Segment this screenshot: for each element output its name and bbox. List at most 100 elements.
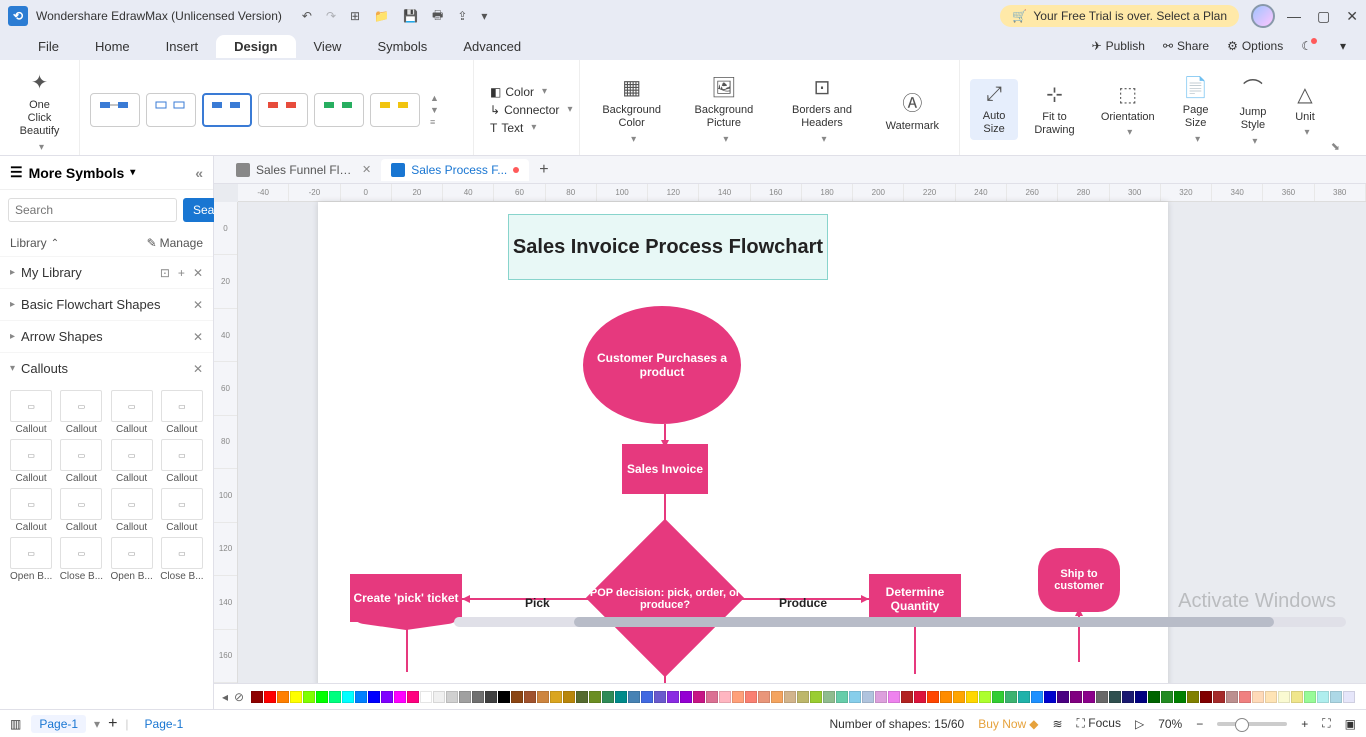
flowchart-title[interactable]: Sales Invoice Process Flowchart (508, 214, 828, 280)
library-up-icon[interactable]: ⌃ (51, 238, 59, 249)
tab-advanced[interactable]: Advanced (445, 35, 539, 58)
theme-5[interactable] (314, 93, 364, 127)
produce-label[interactable]: Produce (779, 596, 827, 610)
color-swatch[interactable] (1291, 691, 1303, 703)
color-swatch[interactable] (589, 691, 601, 703)
open-icon[interactable]: 📁 (374, 9, 389, 23)
color-swatch[interactable] (576, 691, 588, 703)
tab-home[interactable]: Home (77, 35, 148, 58)
user-avatar[interactable] (1251, 4, 1275, 28)
color-swatch[interactable] (355, 691, 367, 703)
color-swatch[interactable] (498, 691, 510, 703)
color-swatch[interactable] (264, 691, 276, 703)
shape-2[interactable]: ▭Callout (109, 390, 155, 435)
close-tab-icon[interactable]: ✕ (362, 163, 371, 176)
color-swatch[interactable] (732, 691, 744, 703)
color-swatch[interactable] (823, 691, 835, 703)
library-label[interactable]: Library (10, 236, 47, 250)
shape-5[interactable]: ▭Callout (58, 439, 104, 484)
lib-section-0[interactable]: ▸My Library⊡+✕ (0, 256, 213, 288)
color-swatch[interactable] (615, 691, 627, 703)
shape-11[interactable]: ▭Callout (159, 488, 205, 533)
color-swatch[interactable] (901, 691, 913, 703)
cb-arrow-icon[interactable]: ◂ (222, 690, 228, 704)
print-icon[interactable]: 🖶 (432, 6, 443, 27)
theme-down-icon[interactable]: ▼ (430, 105, 439, 115)
layers-icon[interactable]: ≋ (1052, 717, 1062, 731)
color-swatch[interactable] (485, 691, 497, 703)
color-swatch[interactable] (1096, 691, 1108, 703)
color-swatch[interactable] (1161, 691, 1173, 703)
zoom-slider[interactable] (1217, 722, 1287, 726)
page-canvas[interactable]: Sales Invoice Process Flowchart Customer… (318, 202, 1168, 683)
panel-toggle-icon[interactable]: ▥ (10, 717, 21, 731)
add-page-button[interactable]: + (108, 715, 117, 733)
color-swatch[interactable] (1278, 691, 1290, 703)
export-icon[interactable]: ⇪ (457, 9, 467, 23)
play-icon[interactable]: ▷ (1135, 717, 1144, 731)
color-swatch[interactable] (251, 691, 263, 703)
color-swatch[interactable] (329, 691, 341, 703)
tab-view[interactable]: View (296, 35, 360, 58)
zoom-in-button[interactable]: + (1301, 717, 1308, 731)
theme-2[interactable] (146, 93, 196, 127)
canvas-area[interactable]: -40-200204060801001201401601802002202402… (214, 184, 1366, 683)
color-swatch[interactable] (563, 691, 575, 703)
color-swatch[interactable] (1265, 691, 1277, 703)
color-swatch[interactable] (771, 691, 783, 703)
color-swatch[interactable] (1252, 691, 1264, 703)
shape-4[interactable]: ▭Callout (8, 439, 54, 484)
color-swatch[interactable] (784, 691, 796, 703)
color-swatch[interactable] (303, 691, 315, 703)
color-swatch[interactable] (316, 691, 328, 703)
color-swatch[interactable] (1213, 691, 1225, 703)
auto-size-button[interactable]: ⤢Auto Size (970, 79, 1018, 140)
color-swatch[interactable] (290, 691, 302, 703)
color-swatch[interactable] (1057, 691, 1069, 703)
invoice-shape[interactable]: Sales Invoice (622, 444, 708, 494)
color-swatch[interactable] (537, 691, 549, 703)
color-swatch[interactable] (745, 691, 757, 703)
collapse-panel-icon[interactable]: « (195, 165, 203, 181)
lib-section-2[interactable]: ▸Arrow Shapes✕ (0, 320, 213, 352)
page-dropdown-icon[interactable]: ▾ (94, 717, 100, 731)
text-button[interactable]: TText▾ (484, 119, 569, 137)
color-button[interactable]: ◧Color▾ (484, 83, 569, 101)
doc-tab-2[interactable]: Sales Process F... (381, 159, 529, 181)
color-swatch[interactable] (433, 691, 445, 703)
color-swatch[interactable] (680, 691, 692, 703)
theme-1[interactable] (90, 93, 140, 127)
color-swatch[interactable] (1122, 691, 1134, 703)
theme-more-icon[interactable]: ≡ (430, 117, 439, 127)
color-swatch[interactable] (1109, 691, 1121, 703)
share-button[interactable]: ⚯Share (1163, 39, 1209, 53)
shape-8[interactable]: ▭Callout (8, 488, 54, 533)
color-swatch[interactable] (654, 691, 666, 703)
color-swatch[interactable] (1304, 691, 1316, 703)
color-swatch[interactable] (927, 691, 939, 703)
color-swatch[interactable] (1148, 691, 1160, 703)
color-swatch[interactable] (1070, 691, 1082, 703)
color-swatch[interactable] (706, 691, 718, 703)
save-icon[interactable]: 💾 (403, 9, 418, 23)
pick-label[interactable]: Pick (525, 596, 550, 610)
buy-now-button[interactable]: Buy Now◆ (978, 717, 1038, 731)
color-swatch[interactable] (446, 691, 458, 703)
bg-picture-button[interactable]: 🖼Background Picture▾ (679, 71, 768, 149)
color-swatch[interactable] (550, 691, 562, 703)
color-swatch[interactable] (758, 691, 770, 703)
connector-button[interactable]: ↳Connector▾ (484, 101, 569, 119)
shape-12[interactable]: ▭Open B... (8, 537, 54, 582)
tab-file[interactable]: File (20, 35, 77, 58)
color-swatch[interactable] (1317, 691, 1329, 703)
color-swatch[interactable] (1135, 691, 1147, 703)
color-swatch[interactable] (836, 691, 848, 703)
collapse-ribbon-button[interactable]: ▾ (1340, 39, 1346, 53)
zoom-level[interactable]: 70% (1158, 717, 1182, 731)
color-swatch[interactable] (849, 691, 861, 703)
color-swatch[interactable] (628, 691, 640, 703)
tab-symbols[interactable]: Symbols (359, 35, 445, 58)
color-swatch[interactable] (1239, 691, 1251, 703)
page-tab-1[interactable]: Page-1 (31, 715, 86, 733)
dropdown-icon[interactable]: ▾ (130, 167, 135, 178)
